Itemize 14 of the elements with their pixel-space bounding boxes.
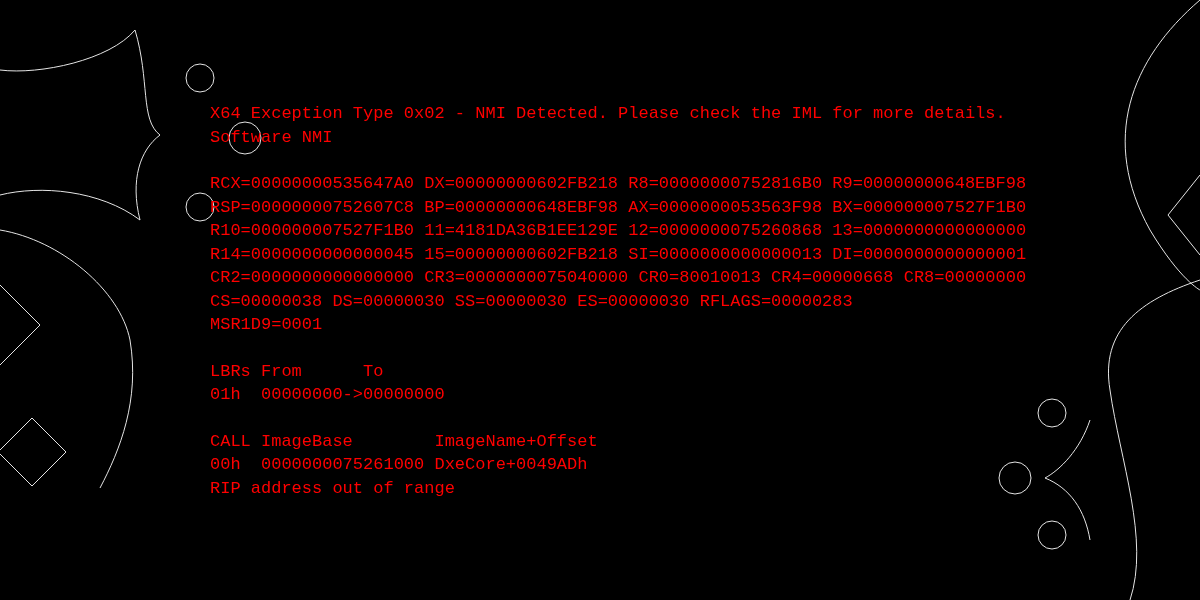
console-line: LBRs From To xyxy=(210,360,384,383)
console-line: 01h 00000000->00000000 xyxy=(210,384,445,406)
console-line: CS=00000038 DS=00000030 SS=00000030 ES=00000030 RFLAGS=00000283 xyxy=(210,290,853,313)
console-line: RIP address out of range xyxy=(210,477,455,500)
console-line: RSP=00000000752607C8 BP=00000000648EBF98 AX=0000000053563F98 BX=000000007527F1B0 xyxy=(210,196,1027,219)
console-line: CALL ImageBase ImageName+Offset xyxy=(210,430,598,453)
console-line: R10=000000007527F1B0 11=4181DA36B1EE129E 12=0000000075260868 13=0000000000000000 xyxy=(210,220,1027,242)
console-line: MSR1D9=0001 xyxy=(210,314,323,336)
console-line: R14=0000000000000045 15=00000000602FB218 SI=0000000000000013 DI=0000000000000001 xyxy=(210,243,1027,266)
console-line: Software NMI xyxy=(210,126,333,149)
console-line: RCX=00000000535647A0 DX=00000000602FB218 R8=00000000752816B0 R9=00000000648EBF98 xyxy=(210,173,1027,195)
console-line: CR2=0000000000000000 CR3=0000000075040000 CR0=80010013 CR4=00000668 CR8=00000000 xyxy=(210,267,1027,289)
console-line: X64 Exception Type 0x02 - NMI Detected. Please check the IML for more details. xyxy=(210,103,1006,125)
console-line: 00h 0000000075261000 DxeCore+0049ADh xyxy=(210,454,588,476)
